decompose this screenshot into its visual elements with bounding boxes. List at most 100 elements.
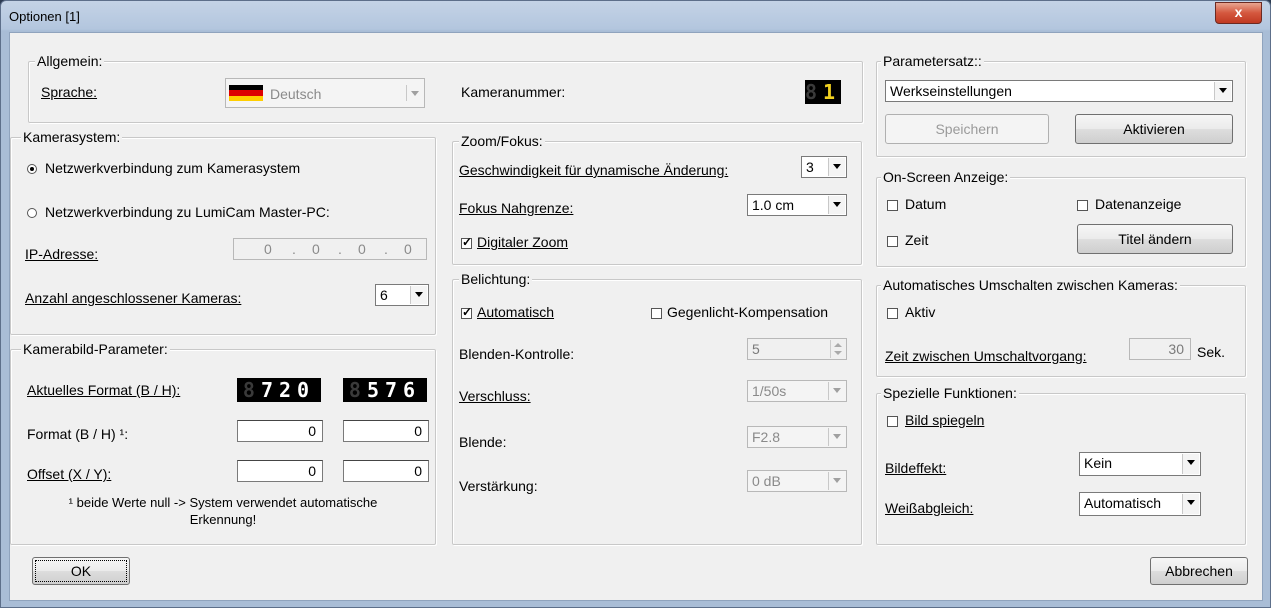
group-zoom-focus: Zoom/Fokus: Geschwindigkeit für dynamisc…	[452, 133, 862, 265]
gain-select[interactable]: 0 dB	[747, 470, 847, 492]
save-paramset-button[interactable]: Speichern	[885, 114, 1049, 144]
gain-value: 0 dB	[752, 473, 781, 489]
digital-zoom-label[interactable]: Digitaler Zoom	[477, 234, 568, 250]
current-width-display: 8720	[237, 378, 321, 402]
focus-near-value: 1.0 cm	[752, 197, 795, 213]
camera-count-label: Anzahl angeschlossener Kameras:	[25, 290, 242, 306]
chevron-down-icon	[828, 428, 845, 446]
osd-time-label[interactable]: Zeit	[905, 232, 928, 248]
close-button[interactable]: x	[1215, 2, 1262, 24]
autoswitch-active-label[interactable]: Aktiv	[905, 304, 935, 320]
window-title: Optionen [1]	[9, 9, 80, 24]
ip-octet-1: 0	[264, 241, 272, 257]
group-paramset: Parametersatz:: Werkseinstellungen Speic…	[876, 53, 1246, 157]
offset-x-input[interactable]: 0	[237, 460, 323, 482]
footnote-line-2: Erkennung!	[189, 512, 257, 527]
special-legend: Spezielle Funktionen:	[881, 385, 1019, 401]
chevron-down-icon	[1214, 82, 1231, 100]
offset-label: Offset (X / Y):	[27, 466, 112, 482]
backlight-checkbox[interactable]	[651, 308, 662, 319]
format-width-input[interactable]: 0	[237, 420, 323, 442]
chevron-down-icon	[410, 286, 427, 304]
iris-control-value: 5	[752, 341, 760, 357]
image-params-legend: Kamerabild-Parameter:	[21, 341, 170, 357]
camera-system-legend: Kamerasystem:	[21, 129, 123, 145]
zoom-focus-legend: Zoom/Fokus:	[459, 133, 545, 149]
iris-label: Blende:	[459, 434, 507, 450]
group-camera-system: Kamerasystem: Netzwerkverbindung zum Kam…	[10, 129, 436, 335]
group-general: Allgemein: Sprache: Deutsch Kameranummer…	[28, 53, 863, 123]
offset-y-input[interactable]: 0	[343, 460, 429, 482]
camera-count-select[interactable]: 6	[375, 284, 429, 306]
camera-number-display: 81	[805, 80, 842, 104]
format-label: Format (B / H) ¹:	[27, 426, 129, 442]
paramset-select[interactable]: Werkseinstellungen	[885, 80, 1233, 102]
ip-octet-3: 0	[358, 241, 366, 257]
image-effect-select[interactable]: Kein	[1079, 452, 1201, 476]
autoswitch-legend: Automatisches Umschalten zwischen Kamera…	[881, 277, 1180, 293]
osd-date-label[interactable]: Datum	[905, 196, 946, 212]
paramset-legend: Parametersatz::	[881, 53, 984, 69]
ip-octet-4: 0	[404, 241, 412, 257]
backlight-label[interactable]: Gegenlicht-Kompensation	[667, 304, 828, 320]
language-select[interactable]: Deutsch	[225, 78, 425, 108]
camera-number-label: Kameranummer:	[461, 84, 566, 100]
ip-label: IP-Adresse:	[25, 246, 99, 262]
language-value: Deutsch	[270, 86, 322, 102]
title-bar[interactable]: Optionen [1] x	[1, 1, 1270, 31]
group-special: Spezielle Funktionen: Bild spiegeln Bild…	[876, 385, 1246, 545]
osd-data-checkbox[interactable]	[1077, 200, 1088, 211]
group-autoswitch: Automatisches Umschalten zwischen Kamera…	[876, 277, 1246, 377]
white-balance-select[interactable]: Automatisch	[1079, 492, 1201, 516]
radio-network-camera-label[interactable]: Netzwerkverbindung zum Kamerasystem	[45, 160, 300, 176]
radio-lumicam[interactable]	[27, 208, 37, 218]
activate-paramset-button[interactable]: Aktivieren	[1075, 114, 1233, 144]
white-balance-label: Weißabgleich:	[885, 500, 974, 516]
zoom-speed-label: Geschwindigkeit für dynamische Änderung:	[459, 162, 729, 178]
chevron-down-icon	[828, 158, 845, 176]
group-osd: On-Screen Anzeige: Datum Datenanzeige Ze…	[876, 169, 1246, 267]
iris-control-label: Blenden-Kontrolle:	[459, 346, 575, 362]
ip-address-field[interactable]: 0 . 0 . 0 . 0	[233, 238, 427, 260]
current-format-label: Aktuelles Format (B / H):	[27, 382, 181, 398]
autoswitch-interval-label: Zeit zwischen Umschaltvorgang:	[885, 348, 1087, 364]
autoswitch-interval-input[interactable]: 30	[1129, 338, 1191, 360]
focus-near-label: Fokus Nahgrenze:	[459, 200, 574, 216]
focus-near-select[interactable]: 1.0 cm	[747, 194, 847, 216]
ok-button[interactable]: OK	[32, 557, 130, 585]
image-effect-label: Bildeffekt:	[885, 460, 947, 476]
options-window: Optionen [1] x Allgemein: Sprache: Deuts…	[0, 0, 1271, 608]
osd-time-checkbox[interactable]	[887, 236, 898, 247]
osd-data-label[interactable]: Datenanzeige	[1095, 196, 1181, 212]
iris-select[interactable]: F2.8	[747, 426, 847, 448]
mirror-image-checkbox[interactable]	[887, 416, 898, 427]
zoom-speed-select[interactable]: 3	[801, 156, 847, 178]
autoswitch-active-checkbox[interactable]	[887, 308, 898, 319]
auto-exposure-checkbox[interactable]	[461, 305, 472, 319]
autoswitch-unit: Sek.	[1197, 344, 1226, 360]
radio-lumicam-label[interactable]: Netzwerkverbindung zu LumiCam Master-PC:	[45, 204, 330, 220]
current-height-display: 8576	[343, 378, 427, 402]
iris-value: F2.8	[752, 429, 781, 445]
auto-exposure-label[interactable]: Automatisch	[477, 304, 554, 320]
chevron-down-icon	[828, 196, 845, 214]
exposure-legend: Belichtung:	[459, 271, 533, 287]
iris-control-spinner[interactable]: 5	[747, 338, 847, 360]
ip-octet-2: 0	[312, 241, 320, 257]
osd-date-checkbox[interactable]	[887, 200, 898, 211]
shutter-select[interactable]: 1/50s	[747, 380, 847, 402]
chevron-down-icon	[1182, 454, 1199, 474]
digital-zoom-checkbox[interactable]	[461, 235, 472, 249]
spinner-arrows-icon[interactable]	[830, 340, 845, 358]
cancel-button[interactable]: Abbrechen	[1150, 557, 1248, 585]
format-height-input[interactable]: 0	[343, 420, 429, 442]
image-effect-value: Kein	[1084, 455, 1113, 471]
mirror-image-label[interactable]: Bild spiegeln	[905, 412, 984, 428]
format-footnote: ¹ beide Werte null -> System verwendet a…	[11, 494, 435, 528]
zoom-speed-value: 3	[806, 159, 814, 175]
chevron-down-icon	[1182, 494, 1199, 514]
osd-legend: On-Screen Anzeige:	[881, 169, 1011, 185]
radio-network-camera[interactable]	[27, 164, 37, 174]
group-image-params: Kamerabild-Parameter: Aktuelles Format (…	[10, 341, 436, 545]
change-title-button[interactable]: Titel ändern	[1077, 224, 1233, 254]
